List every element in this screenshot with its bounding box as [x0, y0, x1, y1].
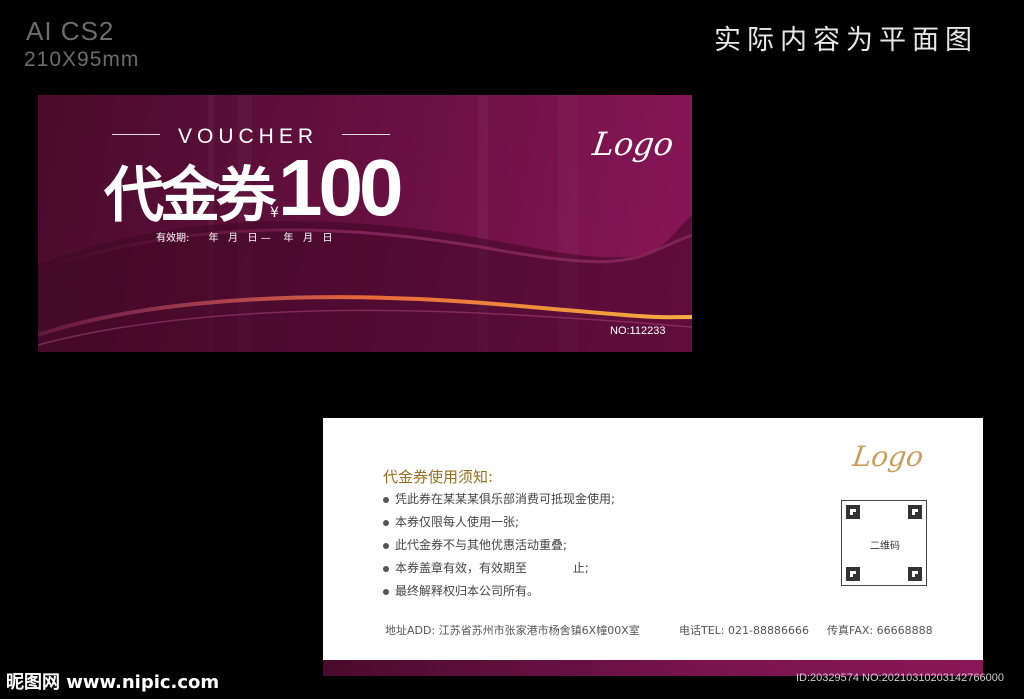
rule-item: 本券盖章有效，有效期至 止; [383, 559, 589, 576]
rule-text: 最终解释权归本公司所有。 [395, 584, 540, 598]
print-size: 210X95mm [24, 48, 140, 71]
software-version: AI CS2 [26, 16, 115, 46]
phone: 电话TEL: 021-88886666 [679, 624, 809, 637]
qr-corner-icon [908, 505, 922, 519]
rules-title: 代金券使用须知: [383, 468, 494, 486]
rule-text: 本券仅限每人使用一张; [395, 515, 520, 529]
front-logo: Logo [590, 125, 676, 163]
qr-corner-icon [846, 567, 860, 581]
image-id-watermark: ID:20329574 NO:20210310203142766000 [796, 672, 1004, 684]
voucher-front: VOUCHER 代金券 ¥ 100 有效期: 年 月 日 — 年 月 日 Log… [38, 95, 692, 352]
voucher-back: Logo 代金券使用须知: 凭此券在某某某俱乐部消费可抵现金使用; 本券仅限每人… [323, 418, 983, 676]
voucher-title: 代金券 [104, 161, 276, 231]
bullet-icon [383, 542, 389, 549]
site-watermark: 昵图网 www.nipic.com [6, 672, 220, 693]
qr-code-placeholder: 二维码 [841, 500, 927, 586]
rule-item: 本券仅限每人使用一张; [383, 513, 519, 530]
bullet-icon [383, 565, 389, 572]
flat-design-note: 实际内容为平面图 [714, 25, 978, 56]
bullet-icon [383, 519, 389, 526]
voucher-amount: 100 [278, 143, 404, 232]
qr-label: 二维码 [870, 541, 900, 552]
qr-corner-icon [908, 567, 922, 581]
back-logo: Logo [850, 440, 926, 473]
bullet-icon [383, 588, 389, 595]
rule-text: 本券盖章有效，有效期至 止; [395, 561, 589, 575]
rule-item: 凭此券在某某某俱乐部消费可抵现金使用; [383, 490, 615, 507]
bullet-icon [383, 496, 389, 503]
rule-text: 此代金券不与其他优惠活动重叠; [395, 538, 568, 552]
rule-item: 此代金券不与其他优惠活动重叠; [383, 536, 567, 553]
rule-item: 最终解释权归本公司所有。 [383, 582, 539, 599]
validity-period: 有效期: 年 月 日 — 年 月 日 [156, 233, 333, 244]
qr-corner-icon [846, 505, 860, 519]
serial-number: NO:112233 [610, 325, 666, 337]
voucher-right-rule [342, 134, 390, 135]
voucher-left-rule [112, 134, 160, 135]
address: 地址ADD: 江苏省苏州市张家港市杨舍镇6X幢00X室 [385, 624, 640, 637]
fax: 传真FAX: 66668888 [827, 624, 933, 637]
rule-text: 凭此券在某某某俱乐部消费可抵现金使用; [395, 492, 616, 506]
